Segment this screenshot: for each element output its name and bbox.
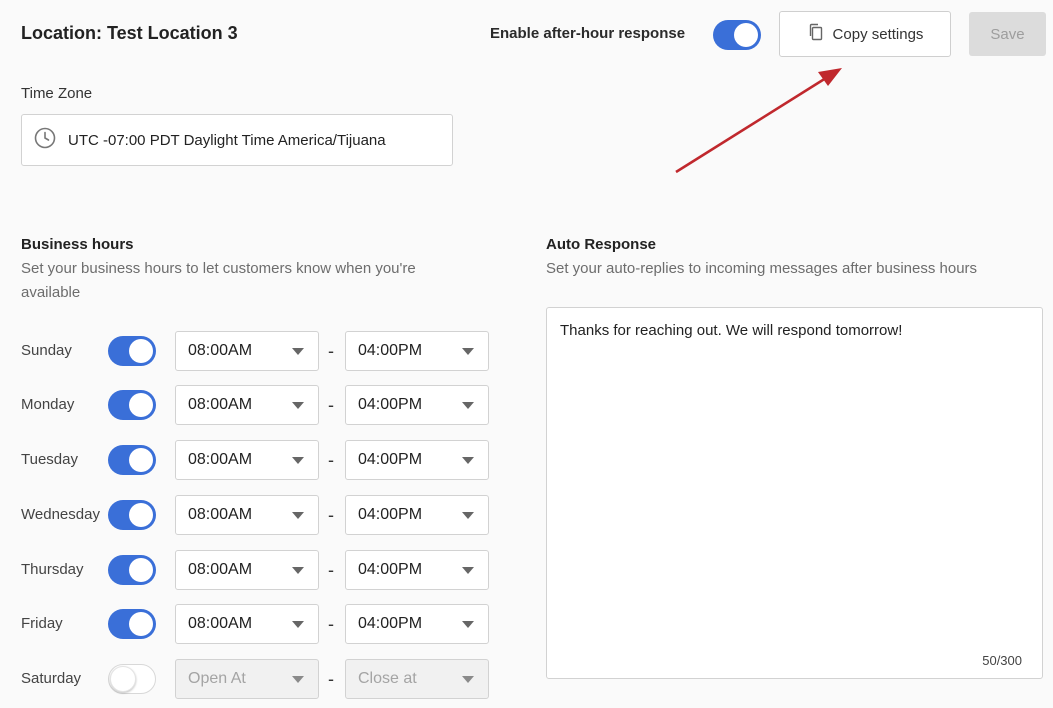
close-time-select-saturday[interactable]: Close at: [345, 659, 489, 699]
time-separator: -: [328, 450, 334, 470]
time-separator: -: [328, 669, 334, 689]
close-time-select-sunday[interactable]: 04:00PM: [345, 331, 489, 371]
auto-response-description: Set your auto-replies to incoming messag…: [546, 260, 978, 277]
close-time-select-value: 04:00PM: [358, 506, 423, 523]
time-separator: -: [328, 341, 334, 361]
clock-icon: [34, 127, 56, 153]
day-label-saturday: Saturday: [21, 670, 82, 687]
close-time-select-thursday[interactable]: 04:00PM: [345, 550, 489, 590]
toggle-knob: [110, 666, 136, 692]
open-time-select-value: Open At: [188, 670, 246, 687]
caret-down-icon: [462, 676, 474, 683]
day-label-friday: Friday: [21, 615, 63, 632]
timezone-label: Time Zone: [21, 85, 93, 102]
business-hours-description: Set your business hours to let customers…: [21, 257, 501, 305]
time-separator: -: [328, 614, 334, 634]
caret-down-icon: [462, 567, 474, 574]
open-time-select-wednesday[interactable]: 08:00AM: [175, 495, 319, 535]
close-time-select-wednesday[interactable]: 04:00PM: [345, 495, 489, 535]
day-label-thursday: Thursday: [21, 561, 84, 578]
auto-response-message: Thanks for reaching out. We will respond…: [560, 322, 903, 339]
open-time-select-thursday[interactable]: 08:00AM: [175, 550, 319, 590]
enable-after-hour-toggle[interactable]: [713, 20, 761, 50]
caret-down-icon: [462, 457, 474, 464]
save-button[interactable]: Save: [969, 12, 1046, 56]
open-time-select-monday[interactable]: 08:00AM: [175, 385, 319, 425]
day-toggle-tuesday[interactable]: [108, 445, 156, 475]
time-separator: -: [328, 560, 334, 580]
toggle-knob: [129, 558, 153, 582]
open-time-select-friday[interactable]: 08:00AM: [175, 604, 319, 644]
toggle-knob: [129, 612, 153, 636]
day-toggle-thursday[interactable]: [108, 555, 156, 585]
caret-down-icon: [292, 512, 304, 519]
day-label-tuesday: Tuesday: [21, 451, 78, 468]
auto-response-textarea[interactable]: Thanks for reaching out. We will respond…: [546, 307, 1043, 679]
open-time-select-value: 08:00AM: [188, 342, 253, 359]
auto-response-title: Auto Response: [546, 236, 657, 253]
day-label-monday: Monday: [21, 396, 75, 413]
arrow-head: [818, 68, 842, 86]
close-time-select-value: Close at: [358, 670, 417, 687]
close-time-select-value: 04:00PM: [358, 615, 423, 632]
day-label-sunday: Sunday: [21, 342, 72, 359]
toggle-knob: [129, 503, 153, 527]
close-time-select-monday[interactable]: 04:00PM: [345, 385, 489, 425]
location-title: Location: Test Location 3: [21, 23, 238, 43]
timezone-field[interactable]: UTC -07:00 PDT Daylight Time America/Tij…: [21, 114, 453, 166]
caret-down-icon: [292, 567, 304, 574]
caret-down-icon: [462, 621, 474, 628]
caret-down-icon: [462, 348, 474, 355]
close-time-select-value: 04:00PM: [358, 342, 423, 359]
day-toggle-friday[interactable]: [108, 609, 156, 639]
business-hours-description-line2: available: [21, 284, 81, 301]
day-label-wednesday: Wednesday: [21, 506, 100, 523]
copy-settings-label: Copy settings: [832, 25, 924, 43]
close-time-select-friday[interactable]: 04:00PM: [345, 604, 489, 644]
open-time-select-value: 08:00AM: [188, 451, 253, 468]
enable-after-hour-label: Enable after-hour response: [490, 25, 686, 42]
day-toggle-monday[interactable]: [108, 390, 156, 420]
caret-down-icon: [462, 402, 474, 409]
caret-down-icon: [462, 512, 474, 519]
timezone-value: UTC -07:00 PDT Daylight Time America/Tij…: [68, 131, 386, 149]
arrow-shaft: [675, 76, 827, 174]
toggle-knob: [129, 393, 153, 417]
toggle-knob: [734, 23, 758, 47]
toggle-knob: [129, 448, 153, 472]
open-time-select-sunday[interactable]: 08:00AM: [175, 331, 319, 371]
open-time-select-value: 08:00AM: [188, 396, 253, 413]
caret-down-icon: [292, 402, 304, 409]
open-time-select-value: 08:00AM: [188, 615, 253, 632]
caret-down-icon: [292, 348, 304, 355]
open-time-select-tuesday[interactable]: 08:00AM: [175, 440, 319, 480]
toggle-knob: [129, 339, 153, 363]
caret-down-icon: [292, 676, 304, 683]
open-time-select-saturday[interactable]: Open At: [175, 659, 319, 699]
open-time-select-value: 08:00AM: [188, 506, 253, 523]
day-toggle-saturday[interactable]: [108, 664, 156, 694]
open-time-select-value: 08:00AM: [188, 561, 253, 578]
business-hours-description-line1: Set your business hours to let customers…: [21, 260, 416, 277]
close-time-select-tuesday[interactable]: 04:00PM: [345, 440, 489, 480]
close-time-select-value: 04:00PM: [358, 561, 423, 578]
time-separator: -: [328, 395, 334, 415]
day-toggle-sunday[interactable]: [108, 336, 156, 366]
time-separator: -: [328, 505, 334, 525]
character-count: 50/300: [982, 653, 1022, 668]
copy-icon: [807, 23, 825, 45]
caret-down-icon: [292, 621, 304, 628]
business-hours-title: Business hours: [21, 236, 134, 253]
close-time-select-value: 04:00PM: [358, 396, 423, 413]
copy-settings-button[interactable]: Copy settings: [779, 11, 951, 57]
close-time-select-value: 04:00PM: [358, 451, 423, 468]
caret-down-icon: [292, 457, 304, 464]
day-toggle-wednesday[interactable]: [108, 500, 156, 530]
